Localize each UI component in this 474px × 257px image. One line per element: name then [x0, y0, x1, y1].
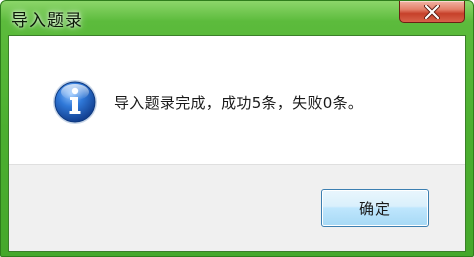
close-icon [424, 4, 440, 19]
dialog-body: 导入题录完成，成功5条，失败0条。 确定 [8, 35, 466, 252]
info-icon [53, 80, 97, 124]
window-title: 导入题录 [11, 11, 83, 31]
close-button[interactable] [399, 1, 465, 23]
message-area: 导入题录完成，成功5条，失败0条。 [9, 36, 465, 164]
dialog-message: 导入题录完成，成功5条，失败0条。 [114, 94, 364, 112]
ok-button[interactable]: 确定 [321, 189, 429, 227]
dialog-window: 导入题录 导入题录完成，成功5条，失败0条。 确定 [0, 0, 474, 257]
title-bar[interactable]: 导入题录 [1, 1, 473, 35]
button-bar: 确定 [9, 164, 465, 251]
